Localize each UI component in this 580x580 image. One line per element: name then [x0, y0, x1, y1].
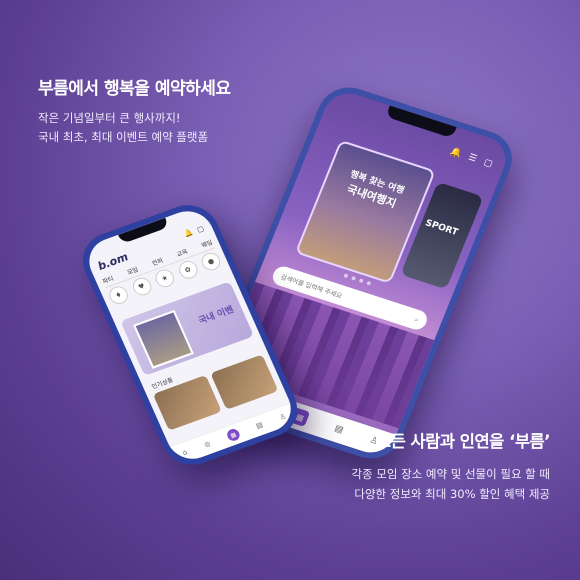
category-icon[interactable]: ♥ [129, 275, 154, 299]
tab[interactable]: 컨퍼 [150, 255, 164, 267]
tab[interactable]: 모임 [126, 264, 139, 276]
category-icon[interactable]: ✿ [175, 258, 200, 282]
indicator-dot [350, 275, 357, 281]
product-thumbnail[interactable] [209, 354, 279, 410]
center-action-icon[interactable]: ▦ [225, 427, 242, 443]
indicator-dot [366, 280, 372, 286]
top-icons: 🔔 ▢ [183, 224, 205, 238]
calendar-icon[interactable]: ▤ [333, 424, 345, 436]
tab[interactable]: 파티 [101, 273, 115, 285]
banner-photo [132, 309, 194, 369]
promo-line2: 다양한 정보와 최대 30% 할인 혜택 제공 [354, 487, 550, 501]
calendar-icon[interactable]: ▤ [255, 421, 264, 431]
category-icon[interactable]: ★ [152, 267, 177, 290]
promo-title: 모든 사람과 인연을 ‘부름’ [375, 432, 551, 451]
hero-headline: 부름에서 행복을 예약하세요 [38, 79, 231, 99]
hero-subtitle-line2: 국내 최초, 최대 이벤트 예약 플랫폼 [38, 130, 209, 144]
menu-icon[interactable]: ☰ [467, 153, 478, 165]
bell-icon[interactable]: 🔔 [183, 228, 194, 238]
hero-subtitle-line1: 작은 기념일부터 큰 행사까지! [38, 111, 181, 125]
banner-title: 국내 이벤 [197, 305, 236, 327]
bag-icon[interactable]: ▢ [482, 158, 494, 170]
home-icon[interactable]: ⌂ [181, 448, 188, 457]
location-icon[interactable]: ◎ [203, 440, 212, 449]
bag-icon[interactable]: ▢ [196, 224, 205, 234]
indicator-dot [343, 273, 349, 279]
card-title: SPORT [423, 218, 460, 238]
profile-icon[interactable]: ♙ [278, 412, 287, 421]
tab[interactable]: 웨딩 [200, 237, 213, 249]
category-icon[interactable]: ♦ [106, 283, 131, 307]
bell-icon[interactable]: 🔔 [448, 147, 462, 160]
promo-line1: 각종 모임 장소 예약 및 선물이 필요 할 때 [351, 467, 550, 481]
tab[interactable]: 교육 [175, 246, 189, 258]
search-icon[interactable]: ⌕ [413, 315, 420, 324]
indicator-dot [358, 278, 364, 284]
category-icon[interactable]: ● [198, 250, 224, 273]
